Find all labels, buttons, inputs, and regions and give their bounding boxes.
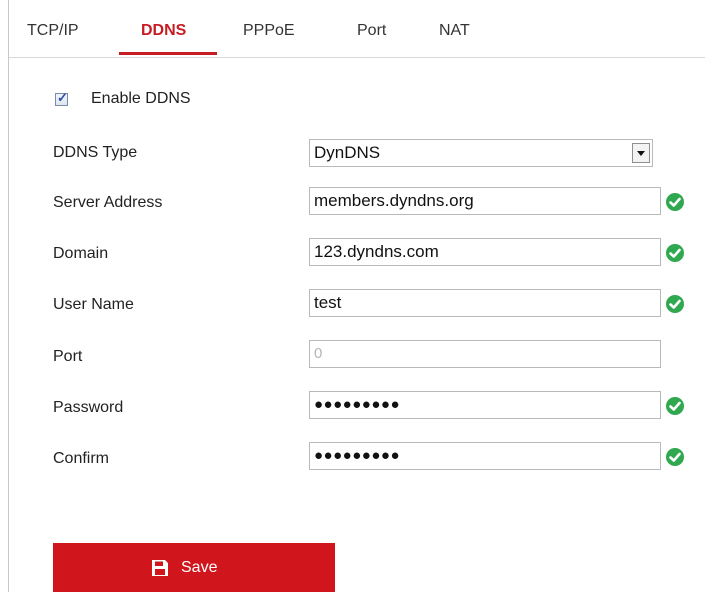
active-tab-indicator bbox=[119, 52, 217, 55]
tab-port[interactable]: Port bbox=[357, 22, 386, 40]
port-label: Port bbox=[53, 348, 83, 365]
check-circle-icon bbox=[666, 193, 684, 211]
tab-ddns[interactable]: DDNS bbox=[141, 22, 186, 40]
ddns-type-label: DDNS Type bbox=[53, 144, 138, 161]
enable-ddns-checkbox[interactable]: ✓ bbox=[55, 90, 68, 106]
port-input[interactable]: 0 bbox=[309, 340, 661, 368]
tab-tcpip[interactable]: TCP/IP bbox=[27, 22, 79, 40]
tab-bar: TCP/IP DDNS PPPoE Port NAT bbox=[9, 0, 705, 58]
confirm-label: Confirm bbox=[53, 450, 110, 467]
check-circle-icon bbox=[666, 397, 684, 415]
check-circle-icon bbox=[666, 448, 684, 466]
enable-ddns-label: Enable DDNS bbox=[91, 90, 191, 107]
user-name-input[interactable]: test bbox=[309, 289, 661, 317]
ddns-settings-panel: TCP/IP DDNS PPPoE Port NAT ✓ Enable DDNS… bbox=[8, 0, 705, 592]
ddns-type-select[interactable]: DynDNS bbox=[309, 139, 653, 167]
server-address-label: Server Address bbox=[53, 194, 163, 211]
ddns-type-value: DynDNS bbox=[314, 143, 381, 162]
password-label: Password bbox=[53, 399, 124, 416]
server-address-input[interactable]: members.dyndns.org bbox=[309, 187, 661, 215]
chevron-down-icon[interactable] bbox=[632, 143, 650, 163]
domain-label: Domain bbox=[53, 245, 109, 262]
password-input[interactable]: ●●●●●●●●● bbox=[309, 391, 661, 419]
save-label: Save bbox=[181, 559, 218, 576]
tab-nat[interactable]: NAT bbox=[439, 22, 470, 40]
user-name-label: User Name bbox=[53, 296, 134, 313]
domain-input[interactable]: 123.dyndns.com bbox=[309, 238, 661, 266]
check-circle-icon bbox=[666, 295, 684, 313]
checkmark-icon: ✓ bbox=[57, 90, 68, 105]
check-circle-icon bbox=[666, 244, 684, 262]
tab-pppoe[interactable]: PPPoE bbox=[243, 22, 295, 40]
confirm-password-input[interactable]: ●●●●●●●●● bbox=[309, 442, 661, 470]
floppy-disk-icon bbox=[151, 559, 169, 582]
save-button[interactable]: Save bbox=[53, 543, 335, 592]
